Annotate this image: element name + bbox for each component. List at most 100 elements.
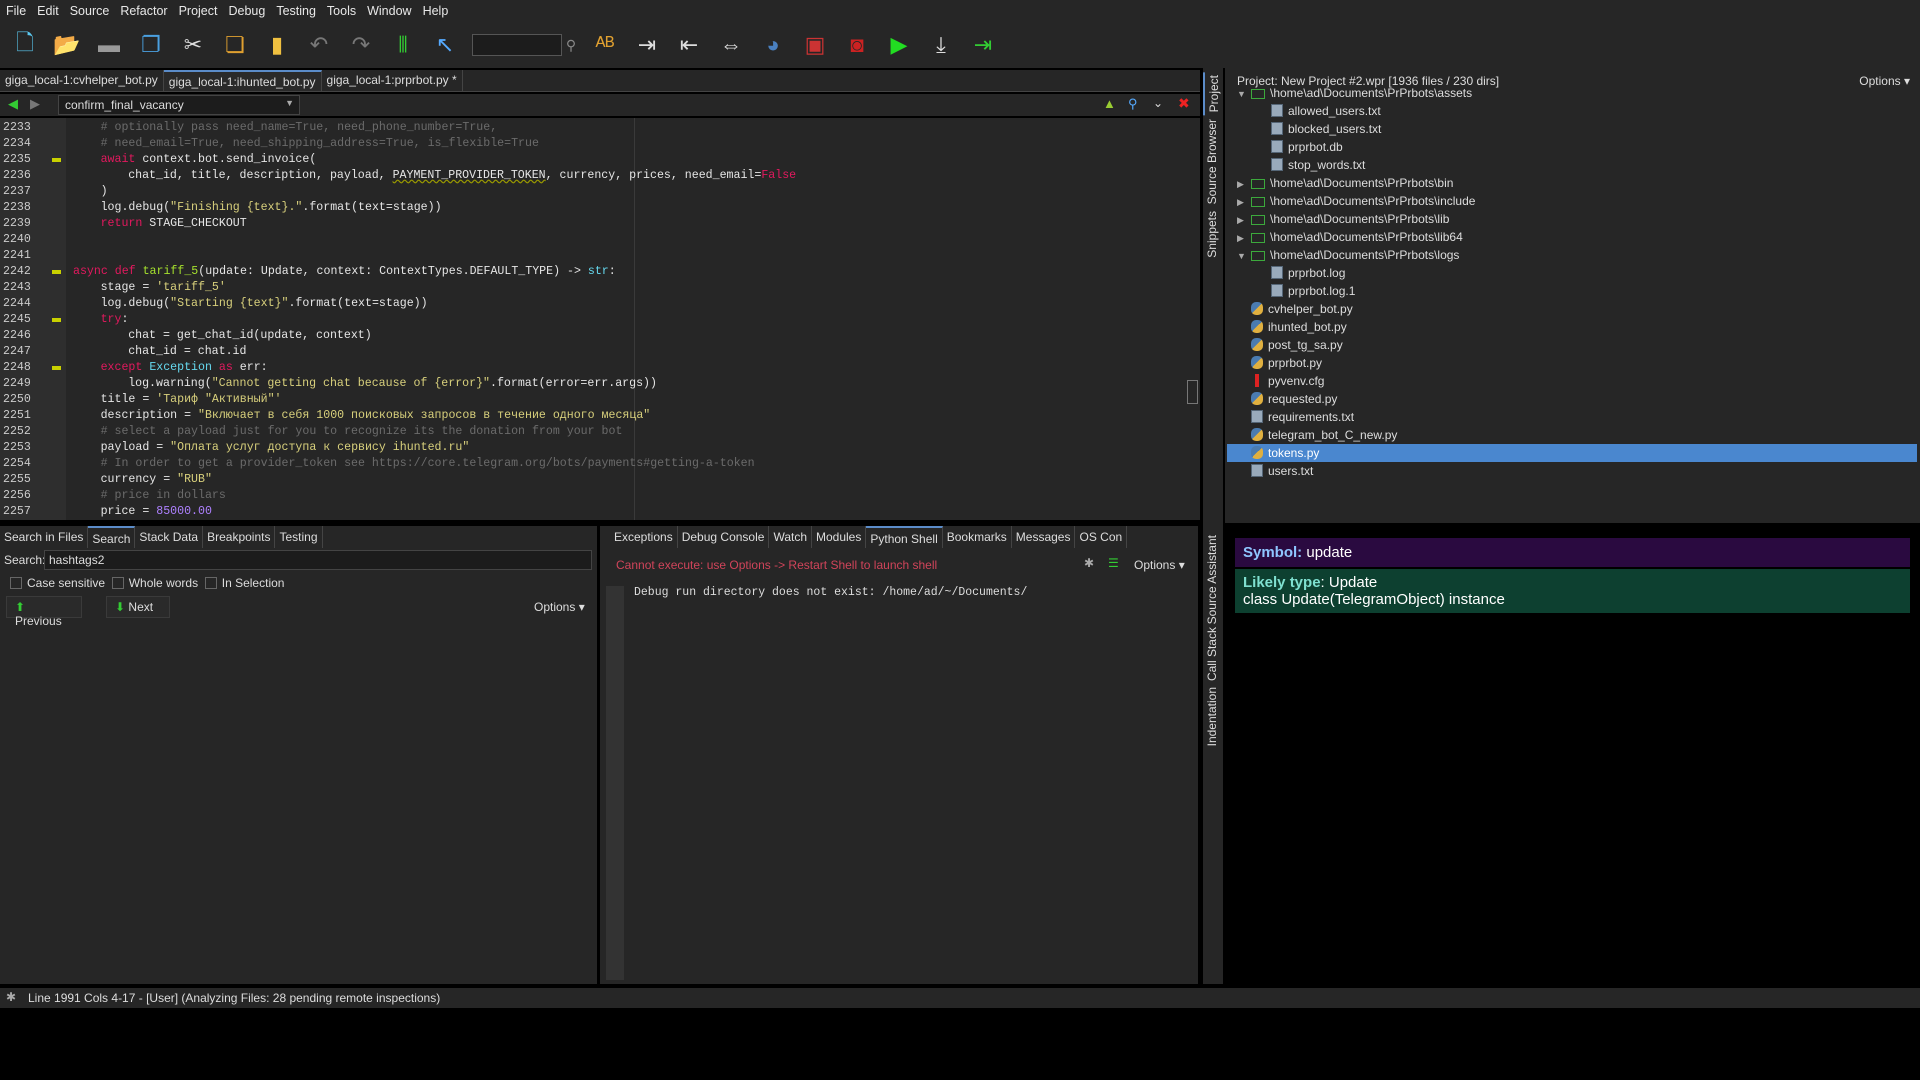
run-shell-icon[interactable]: ☰ — [1108, 556, 1119, 570]
forward-icon[interactable]: ▶ — [30, 96, 40, 112]
code-editor[interactable]: 2233 # optionally pass need_name=True, ne… — [0, 118, 1185, 520]
tab-bookmarks[interactable]: Bookmarks — [943, 526, 1012, 548]
fold-marker[interactable] — [52, 270, 61, 274]
tree-item[interactable]: pyvenv.cfg — [1227, 372, 1917, 390]
save-all-icon[interactable]: ❐ — [136, 30, 166, 60]
shell-scrollbar[interactable] — [606, 586, 624, 980]
side-tab-call-stack[interactable]: Call Stack — [1203, 624, 1221, 684]
step-into-icon[interactable]: ⤓ — [926, 30, 956, 60]
step-out-icon[interactable]: ⇥ — [968, 30, 998, 60]
next-button[interactable]: ⬇ Next — [106, 596, 170, 618]
side-tab-indentation[interactable]: Indentation — [1203, 684, 1221, 749]
side-tab-source-browser[interactable]: Source Browser — [1203, 116, 1221, 207]
menu-tools[interactable]: Tools — [327, 4, 356, 18]
tree-item[interactable]: ihunted_bot.py — [1227, 318, 1917, 336]
tree-item[interactable]: prprbot.py — [1227, 354, 1917, 372]
function-selector[interactable]: confirm_final_vacancy ▼ — [58, 95, 300, 115]
file-tab[interactable]: giga_local-1:prprbot.py * — [322, 70, 463, 91]
fold-marker[interactable] — [52, 366, 61, 370]
tree-item[interactable]: prprbot.log — [1227, 264, 1917, 282]
expanded-arrow-icon[interactable]: ▼ — [1237, 85, 1251, 103]
tree-item[interactable]: requirements.txt — [1227, 408, 1917, 426]
tree-item[interactable]: prprbot.log.1 — [1227, 282, 1917, 300]
side-tab-snippets[interactable]: Snippets — [1203, 208, 1221, 261]
tree-item[interactable]: prprbot.db — [1227, 138, 1917, 156]
tab-watch[interactable]: Watch — [769, 526, 812, 548]
file-tab[interactable]: giga_local-1:ihunted_bot.py — [163, 70, 322, 91]
tree-item[interactable]: ▼ \home\ad\Documents\PrPrbots\logs — [1227, 246, 1917, 264]
tab-python-shell[interactable]: Python Shell — [866, 526, 943, 548]
open-folder-icon[interactable]: 📂 — [52, 30, 82, 60]
indent-icon[interactable]: ⇥ — [632, 30, 662, 60]
tab-os-con[interactable]: OS Con — [1075, 526, 1128, 548]
debug-tool-icon[interactable]: ▣ — [800, 30, 830, 60]
new-file-icon[interactable]: 🗋 — [10, 30, 40, 60]
menu-project[interactable]: Project — [179, 4, 218, 18]
side-tab-project[interactable]: Project — [1203, 72, 1223, 116]
whole-words-checkbox[interactable]: Whole words — [111, 576, 198, 590]
copy-icon[interactable]: ❏ — [220, 30, 250, 60]
search-input[interactable]: hashtags2 — [44, 550, 592, 570]
save-icon[interactable]: ▬ — [94, 30, 124, 60]
search-icon[interactable]: ⚲ — [564, 30, 578, 60]
tree-item[interactable]: blocked_users.txt — [1227, 120, 1917, 138]
tree-item[interactable]: stop_words.txt — [1227, 156, 1917, 174]
menu-debug[interactable]: Debug — [228, 4, 265, 18]
tree-item[interactable]: post_tg_sa.py — [1227, 336, 1917, 354]
tree-item[interactable]: requested.py — [1227, 390, 1917, 408]
undo-icon[interactable]: ↶ — [304, 30, 334, 60]
indent-guides-icon[interactable]: ⫴ — [388, 30, 418, 60]
tree-item[interactable]: allowed_users.txt — [1227, 102, 1917, 120]
collapsed-arrow-icon[interactable]: ▶ — [1237, 229, 1251, 247]
editor-scrollbar[interactable] — [1185, 118, 1200, 520]
tree-item[interactable]: ▶ \home\ad\Documents\PrPrbots\lib — [1227, 210, 1917, 228]
file-tab[interactable]: giga_local-1:cvhelper_bot.py — [0, 70, 164, 91]
redo-icon[interactable]: ↷ — [346, 30, 376, 60]
shell-options-button[interactable]: Options ▾ — [1134, 558, 1185, 572]
back-icon[interactable]: ◀ — [8, 96, 18, 112]
menu-chevron-icon[interactable]: ⌄ — [1153, 96, 1163, 110]
menu-file[interactable]: File — [6, 4, 26, 18]
toolbar-search-input[interactable] — [472, 34, 562, 56]
dedent-icon[interactable]: ⇤ — [674, 30, 704, 60]
collapsed-arrow-icon[interactable]: ▶ — [1237, 175, 1251, 193]
previous-button[interactable]: ⬆ Previous — [6, 596, 82, 628]
menu-edit[interactable]: Edit — [37, 4, 59, 18]
tab-search-in-files[interactable]: Search in Files — [0, 526, 89, 548]
stop-icon[interactable]: ◙ — [842, 30, 872, 60]
fold-marker[interactable] — [52, 318, 61, 322]
run-icon[interactable]: ▶ — [884, 30, 914, 60]
paste-icon[interactable]: ▮ — [262, 30, 292, 60]
in-selection-checkbox[interactable]: In Selection — [204, 576, 284, 590]
tab-messages[interactable]: Messages — [1012, 526, 1076, 548]
tree-item[interactable]: ▶ \home\ad\Documents\PrPrbots\include — [1227, 192, 1917, 210]
tree-item[interactable]: tokens.py — [1227, 444, 1917, 462]
menu-testing[interactable]: Testing — [276, 4, 316, 18]
menu-source[interactable]: Source — [70, 4, 110, 18]
collapsed-arrow-icon[interactable]: ▶ — [1237, 193, 1251, 211]
tree-item[interactable]: users.txt — [1227, 462, 1917, 480]
close-icon[interactable]: ✖ — [1178, 95, 1190, 112]
tree-item[interactable]: ▼ \home\ad\Documents\PrPrbots\assets — [1227, 84, 1917, 102]
case-sensitive-checkbox[interactable]: Case sensitive — [10, 576, 105, 590]
select-pointer-icon[interactable]: ↖ — [430, 30, 460, 60]
tree-item[interactable]: cvhelper_bot.py — [1227, 300, 1917, 318]
side-tab-source-assistant[interactable]: Source Assistant — [1203, 532, 1221, 627]
tab-exceptions[interactable]: Exceptions — [610, 526, 678, 548]
menu-help[interactable]: Help — [423, 4, 449, 18]
tab-modules[interactable]: Modules — [812, 526, 867, 548]
info-icon[interactable]: ⚲ — [1128, 96, 1138, 112]
spell-check-icon[interactable]: ᴬᴮ — [590, 30, 620, 60]
menu-refactor[interactable]: Refactor — [120, 4, 167, 18]
warning-icon[interactable]: ▲ — [1103, 96, 1116, 111]
tree-item[interactable]: telegram_bot_C_new.py — [1227, 426, 1917, 444]
search-options-button[interactable]: Options ▾ — [534, 600, 585, 614]
tree-item[interactable]: ▶ \home\ad\Documents\PrPrbots\bin — [1227, 174, 1917, 192]
scroll-thumb[interactable] — [1187, 380, 1198, 404]
tree-item[interactable]: ▶ \home\ad\Documents\PrPrbots\lib64 — [1227, 228, 1917, 246]
bug-icon[interactable]: ✱ — [1084, 556, 1094, 570]
tab-search[interactable]: Search — [88, 526, 136, 548]
menu-window[interactable]: Window — [367, 4, 411, 18]
cut-icon[interactable]: ✂ — [178, 30, 208, 60]
expanded-arrow-icon[interactable]: ▼ — [1237, 247, 1251, 265]
